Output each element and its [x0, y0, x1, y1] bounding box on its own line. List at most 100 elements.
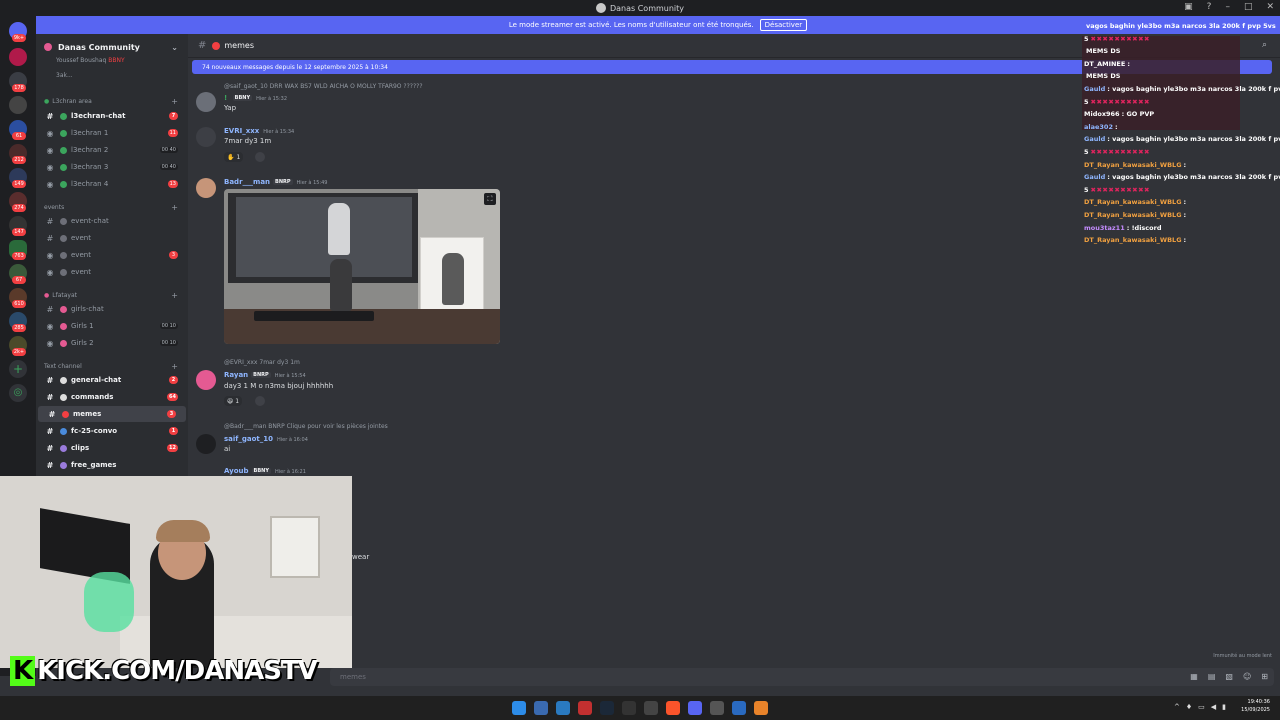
app-icon[interactable] — [754, 701, 768, 715]
unread-badge: 64 — [167, 393, 178, 401]
file-explorer-icon[interactable] — [534, 701, 548, 715]
avatar[interactable] — [196, 92, 216, 112]
channel-memes[interactable]: # memes 3 — [38, 406, 186, 422]
gift-icon[interactable]: ▦ — [1190, 672, 1198, 681]
channel-girls-2[interactable]: ◉ Girls 2 00 10 — [36, 335, 188, 351]
minimize-icon[interactable]: – — [1225, 2, 1230, 12]
app-icon[interactable] — [710, 701, 724, 715]
mic-icon[interactable]: ♦ — [1186, 703, 1192, 711]
channel-l3echran-2[interactable]: ◉ l3echran 2 00 40 — [36, 142, 188, 158]
category-text-channel[interactable]: Text channel + — [44, 362, 184, 371]
message-author[interactable]: Ayoub BBNY Hier à 16:21 — [224, 467, 306, 475]
voice-user[interactable]: 3ak... — [56, 72, 73, 79]
add-channel-icon[interactable]: + — [171, 291, 178, 300]
channel-clips[interactable]: # clips 12 — [36, 440, 188, 456]
category-events[interactable]: events + — [44, 203, 184, 212]
network-icon[interactable]: ▭ — [1198, 703, 1205, 711]
reply-preview[interactable]: @saif_gaot_10 DRR WAX BS7 WLD AICHA O MO… — [224, 83, 423, 90]
channel-girls-chat[interactable]: # girls-chat — [36, 301, 188, 317]
edge-icon[interactable] — [556, 701, 570, 715]
volume-icon[interactable]: ◀ — [1211, 703, 1216, 711]
channel-label: event — [71, 234, 91, 242]
channel-commands[interactable]: # commands 64 — [36, 389, 188, 405]
channel-l3echran-chat[interactable]: # l3echran-chat 7 — [36, 108, 188, 124]
message-author[interactable]: saif_gaot_10 Hier à 16:04 — [224, 435, 308, 443]
user-tag: BBNY — [232, 95, 253, 101]
voice-user-name: 3ak... — [56, 72, 73, 79]
channel-event[interactable]: ◉ event 3 — [36, 247, 188, 263]
add-channel-icon[interactable]: + — [171, 97, 178, 106]
help-icon[interactable]: ? — [1207, 2, 1212, 12]
channel-event-chat[interactable]: # event-chat — [36, 213, 188, 229]
timestamp: Hier à 15:34 — [263, 129, 295, 135]
apps-icon[interactable]: ⊞ — [1261, 672, 1268, 681]
reaction[interactable]: 😆 1 — [224, 396, 243, 406]
reply-preview[interactable]: @EVRI_xxx 7mar dy3 1m — [224, 359, 300, 366]
search-icon[interactable]: ⌕ — [1262, 40, 1267, 50]
avatar[interactable] — [196, 178, 216, 198]
disable-streamer-button[interactable]: Désactiver — [759, 19, 808, 31]
obs-icon[interactable] — [644, 701, 658, 715]
sticker-icon[interactable]: ▧ — [1225, 672, 1233, 681]
emoji-icon[interactable]: ☺ — [1243, 672, 1251, 681]
category-l3chran[interactable]: ● L3chran area + — [44, 97, 184, 106]
app-icon[interactable] — [622, 701, 636, 715]
expand-icon[interactable]: ⛶ — [484, 193, 496, 205]
message-author[interactable]: Rayan BNRP Hier à 15:54 — [224, 371, 306, 379]
brave-icon[interactable] — [666, 701, 680, 715]
reaction[interactable]: ✋ 1 — [224, 152, 244, 162]
inbox-icon[interactable]: ▣ — [1184, 2, 1193, 12]
chevron-up-icon[interactable]: ^ — [1174, 703, 1180, 711]
channel-l3echran-1[interactable]: ◉ l3echran 1 11 — [36, 125, 188, 141]
hash-icon: # — [46, 111, 54, 121]
category-lfatayat[interactable]: ● Lfatayat + — [44, 291, 184, 300]
server-header[interactable]: Danas Community ⌄ — [36, 38, 188, 56]
close-icon[interactable]: ✕ — [1266, 2, 1274, 12]
add-reaction-icon[interactable] — [255, 396, 265, 406]
streamer-banner-text: Le mode streamer est activé. Les noms d'… — [508, 21, 754, 29]
author-name: saif_gaot_10 — [224, 435, 273, 443]
attachment-keyboard — [254, 311, 374, 321]
voice-user[interactable]: Youssef Boushaq BBNY — [56, 57, 125, 64]
hash-icon: # — [48, 409, 56, 419]
discord-icon[interactable] — [688, 701, 702, 715]
category-label: Lfatayat — [52, 292, 77, 299]
channel-fc-25-convo[interactable]: # fc-25-convo 1 — [36, 423, 188, 439]
app-icon[interactable] — [578, 701, 592, 715]
message-input[interactable]: memes — [330, 668, 1274, 686]
server-icon[interactable] — [9, 48, 27, 66]
channel-l3echran-3[interactable]: ◉ l3echran 3 00 40 — [36, 159, 188, 175]
message-author[interactable]: Badr___man BNRP Hier à 15:49 — [224, 178, 327, 186]
reaction-emoji-icon: ✋ — [227, 153, 235, 161]
channel-free-games[interactable]: # free_games — [36, 457, 188, 473]
stream-chat-text: ✖✖✖✖✖✖✖✖✖✖ — [1090, 185, 1150, 194]
battery-icon[interactable]: ▮ — [1222, 703, 1226, 711]
message-text: ai — [224, 445, 231, 453]
clock[interactable]: 19:40:36 15/09/2025 — [1241, 698, 1270, 714]
add-channel-icon[interactable]: + — [171, 362, 178, 371]
channel-event[interactable]: # event — [36, 230, 188, 246]
windows-start-icon[interactable] — [512, 701, 526, 715]
add-server-icon[interactable]: + — [9, 360, 27, 378]
channel-event[interactable]: ◉ event — [36, 264, 188, 280]
avatar[interactable] — [196, 127, 216, 147]
steam-icon[interactable] — [600, 701, 614, 715]
avatar[interactable] — [196, 370, 216, 390]
explore-icon[interactable]: ◎ — [9, 384, 27, 402]
maximize-icon[interactable]: □ — [1244, 2, 1253, 12]
channel-l3echran-4[interactable]: ◉ l3echran 4 13 — [36, 176, 188, 192]
image-attachment[interactable]: ⛶ — [224, 189, 500, 344]
server-icon[interactable] — [9, 96, 27, 114]
add-channel-icon[interactable]: + — [171, 203, 178, 212]
avatar[interactable] — [196, 434, 216, 454]
app-icon[interactable] — [732, 701, 746, 715]
channel-girls-1[interactable]: ◉ Girls 1 00 10 — [36, 318, 188, 334]
voice-icon: ◉ — [46, 250, 54, 260]
channel-general-chat[interactable]: # general-chat 2 — [36, 372, 188, 388]
reply-preview[interactable]: @Badr___man BNRP Clique pour voir les pi… — [224, 423, 388, 430]
unread-badge: 11 — [167, 129, 178, 137]
message-author[interactable]: EVRI_xxx Hier à 15:34 — [224, 127, 294, 135]
add-reaction-icon[interactable] — [255, 152, 265, 162]
gif-icon[interactable]: ▤ — [1208, 672, 1216, 681]
message-author[interactable]: ! BBNY Hier à 15:32 — [224, 94, 287, 102]
